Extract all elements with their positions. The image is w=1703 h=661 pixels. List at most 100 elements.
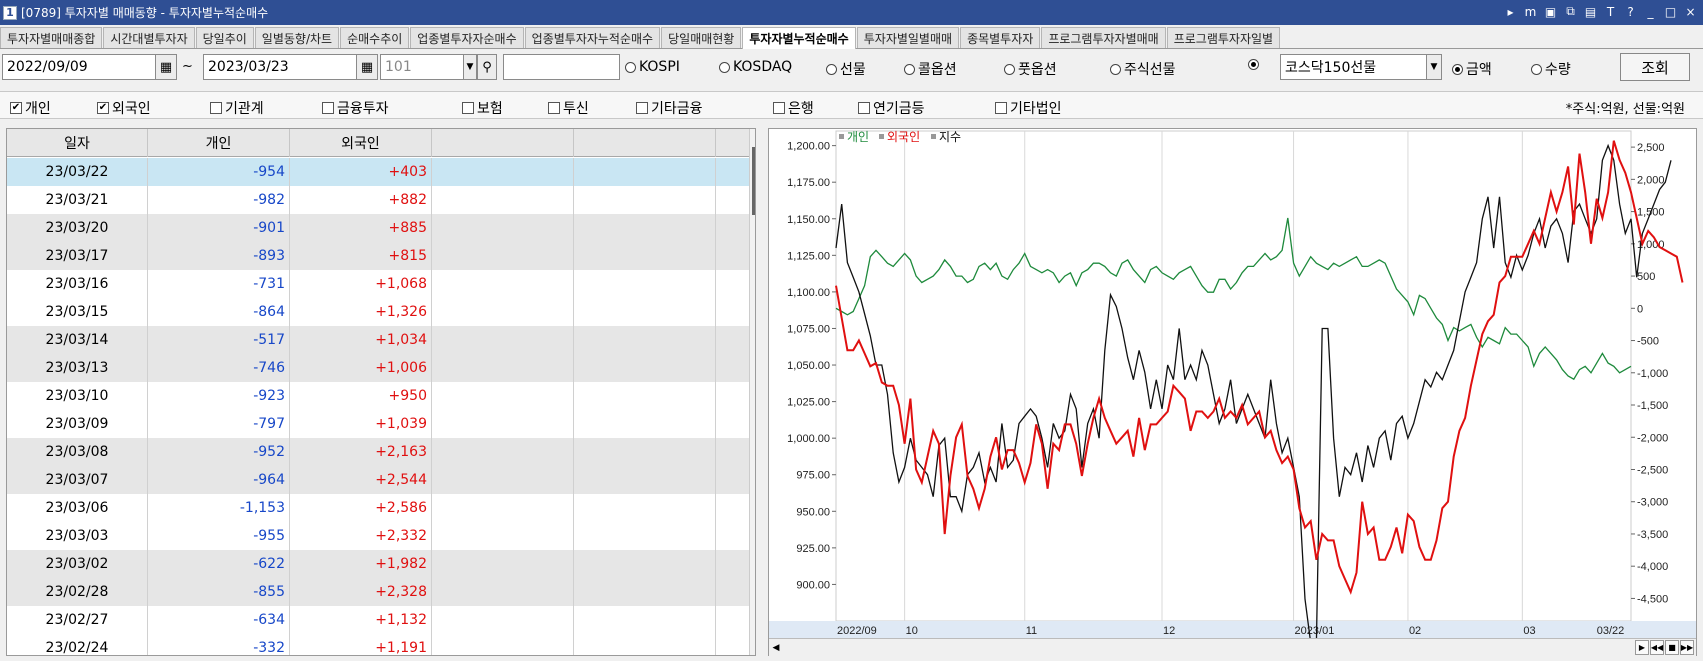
radio-circle: [1531, 63, 1542, 75]
cell-date: 23/03/16: [7, 270, 148, 298]
cell-date: 23/03/07: [7, 466, 148, 494]
table-row[interactable]: 23/03/09 -797 +1,039: [7, 410, 749, 438]
maximize-icon[interactable]: □: [1662, 3, 1679, 20]
tab-0[interactable]: 투자자별매매종합: [0, 27, 103, 48]
radio-market-2[interactable]: 선물: [826, 59, 866, 79]
scroll-thumb[interactable]: [752, 147, 755, 215]
product-select[interactable]: 코스닥150선물: [1280, 54, 1430, 80]
tab-8[interactable]: 투자자별누적순매수: [742, 27, 856, 49]
product-dropdown-chevron-down-icon[interactable]: ▼: [1426, 54, 1442, 80]
column-header-0[interactable]: 일자: [7, 129, 148, 157]
close-icon[interactable]: ×: [1682, 3, 1699, 20]
help-icon[interactable]: ?: [1622, 3, 1639, 20]
code-input[interactable]: 101: [380, 54, 468, 80]
table-row[interactable]: 23/03/10 -923 +950: [7, 382, 749, 410]
table-row[interactable]: 23/03/14 -517 +1,034: [7, 326, 749, 354]
radio-unit-1[interactable]: 수량: [1531, 59, 1571, 79]
end-date-input[interactable]: 2023/03/23: [203, 54, 361, 80]
table-row[interactable]: 23/03/03 -955 +2,332: [7, 522, 749, 550]
table-row[interactable]: 23/03/15 -864 +1,326: [7, 298, 749, 326]
tab-5[interactable]: 업종별투자자순매수: [410, 27, 524, 48]
layout-icon[interactable]: ▣: [1542, 3, 1559, 20]
radio-market-5[interactable]: 주식선물: [1110, 59, 1176, 79]
tab-1[interactable]: 시간대별투자자: [103, 27, 195, 48]
tab-2[interactable]: 당일추이: [195, 27, 254, 48]
checkbox-investor-5[interactable]: 투신: [548, 98, 589, 118]
table-row[interactable]: 23/02/28 -855 +2,328: [7, 578, 749, 606]
chart-horizontal-scrollbar[interactable]: ◀ ▶ ◀◀ ■ ▶▶: [769, 638, 1696, 656]
cell-date: 23/02/28: [7, 578, 148, 606]
legend-swatch: [879, 134, 884, 139]
query-button[interactable]: 조회: [1620, 53, 1690, 81]
column-header-2[interactable]: 외국인: [290, 129, 432, 157]
table-row[interactable]: 23/03/16 -731 +1,068: [7, 270, 749, 298]
table-row[interactable]: 23/03/17 -893 +815: [7, 242, 749, 270]
net-buy-table[interactable]: 일자 개인 외국인 23/03/22 -954 +403 23/03/21 -982 +882…: [6, 128, 756, 656]
x-axis-tick-label: 2022/09: [837, 625, 877, 637]
checkbox-investor-1[interactable]: ✔ 외국인: [97, 98, 151, 118]
checkbox-investor-2[interactable]: 기관계: [210, 98, 264, 118]
font-icon[interactable]: T: [1602, 3, 1619, 20]
checkbox-box: [322, 102, 334, 114]
radio-selected-product[interactable]: [1248, 59, 1262, 70]
checkbox-investor-4[interactable]: 보험: [462, 98, 503, 118]
first-page-icon[interactable]: ◀◀: [1650, 640, 1664, 655]
checkbox-investor-6[interactable]: 기타금융: [636, 98, 703, 118]
table-row[interactable]: 23/03/06 -1,153 +2,586: [7, 494, 749, 522]
checkbox-investor-8[interactable]: 연기금등: [858, 98, 925, 118]
tab-10[interactable]: 종목별투자자: [960, 27, 1041, 48]
menu-arrow-icon[interactable]: ▸: [1502, 3, 1519, 20]
radio-market-4[interactable]: 풋옵션: [1004, 59, 1057, 79]
left-axis-tick-label: 1,175.00: [787, 177, 830, 189]
radio-market-0[interactable]: KOSPI: [625, 59, 680, 75]
code-dropdown-chevron-down-icon[interactable]: ▼: [463, 54, 477, 80]
table-row[interactable]: 23/02/27 -634 +1,132: [7, 606, 749, 634]
radio-market-3[interactable]: 콜옵션: [904, 59, 957, 79]
checkbox-label: 개인: [25, 101, 51, 117]
cell-empty: [432, 298, 574, 326]
list-icon[interactable]: ▤: [1582, 3, 1599, 20]
tab-12[interactable]: 프로그램투자자일별: [1166, 27, 1281, 48]
scroll-right-icon[interactable]: ▶: [1635, 640, 1649, 655]
copy-icon[interactable]: ⧉: [1562, 3, 1579, 20]
radio-unit-0[interactable]: 금액: [1452, 59, 1492, 79]
end-calendar-icon[interactable]: ▦: [356, 54, 378, 80]
tab-7[interactable]: 당일매매현황: [661, 27, 742, 48]
tab-11[interactable]: 프로그램투자자별매매: [1041, 27, 1166, 48]
stop-icon[interactable]: ■: [1665, 640, 1679, 655]
minimize-icon[interactable]: _: [1642, 3, 1659, 20]
tab-6[interactable]: 업종별투자자누적순매수: [524, 27, 661, 48]
memo-icon[interactable]: m: [1522, 3, 1539, 20]
table-vertical-scrollbar[interactable]: [749, 129, 755, 655]
table-row[interactable]: 23/03/08 -952 +2,163: [7, 438, 749, 466]
table-row[interactable]: 23/03/07 -964 +2,544: [7, 466, 749, 494]
left-axis-tick-label: 1,075.00: [787, 323, 830, 335]
tab-3[interactable]: 일별동향/차트: [254, 27, 340, 48]
tab-9[interactable]: 투자자별일별매매: [856, 27, 960, 48]
checkbox-investor-7[interactable]: 은행: [773, 98, 814, 118]
radio-market-1[interactable]: KOSDAQ: [719, 59, 792, 75]
cell-foreign: +2,328: [290, 578, 432, 606]
cell-empty: [432, 214, 574, 242]
checkbox-label: 투신: [563, 101, 589, 117]
column-header-1[interactable]: 개인: [148, 129, 290, 157]
table-row[interactable]: 23/03/02 -622 +1,982: [7, 550, 749, 578]
checkbox-investor-0[interactable]: ✔ 개인: [10, 98, 51, 118]
start-date-input[interactable]: 2022/09/09: [2, 54, 160, 80]
search-icon[interactable]: ⚲: [477, 54, 497, 80]
tab-4[interactable]: 순매수추이: [340, 27, 410, 48]
last-page-icon[interactable]: ▶▶: [1680, 640, 1694, 655]
start-calendar-icon[interactable]: ▦: [155, 54, 177, 80]
checkbox-investor-3[interactable]: 금융투자: [322, 98, 389, 118]
table-row[interactable]: 23/03/22 -954 +403: [7, 158, 749, 186]
table-row[interactable]: 23/02/24 -332 +1,191: [7, 634, 749, 655]
name-input[interactable]: [503, 54, 620, 80]
checkbox-investor-9[interactable]: 기타법인: [995, 98, 1062, 118]
column-header-3[interactable]: [432, 129, 574, 157]
table-row[interactable]: 23/03/21 -982 +882: [7, 186, 749, 214]
column-header-4[interactable]: [574, 129, 716, 157]
left-axis-tick-label: 950.00: [796, 506, 830, 518]
scroll-left-icon[interactable]: ◀: [769, 640, 783, 656]
table-row[interactable]: 23/03/20 -901 +885: [7, 214, 749, 242]
table-row[interactable]: 23/03/13 -746 +1,006: [7, 354, 749, 382]
